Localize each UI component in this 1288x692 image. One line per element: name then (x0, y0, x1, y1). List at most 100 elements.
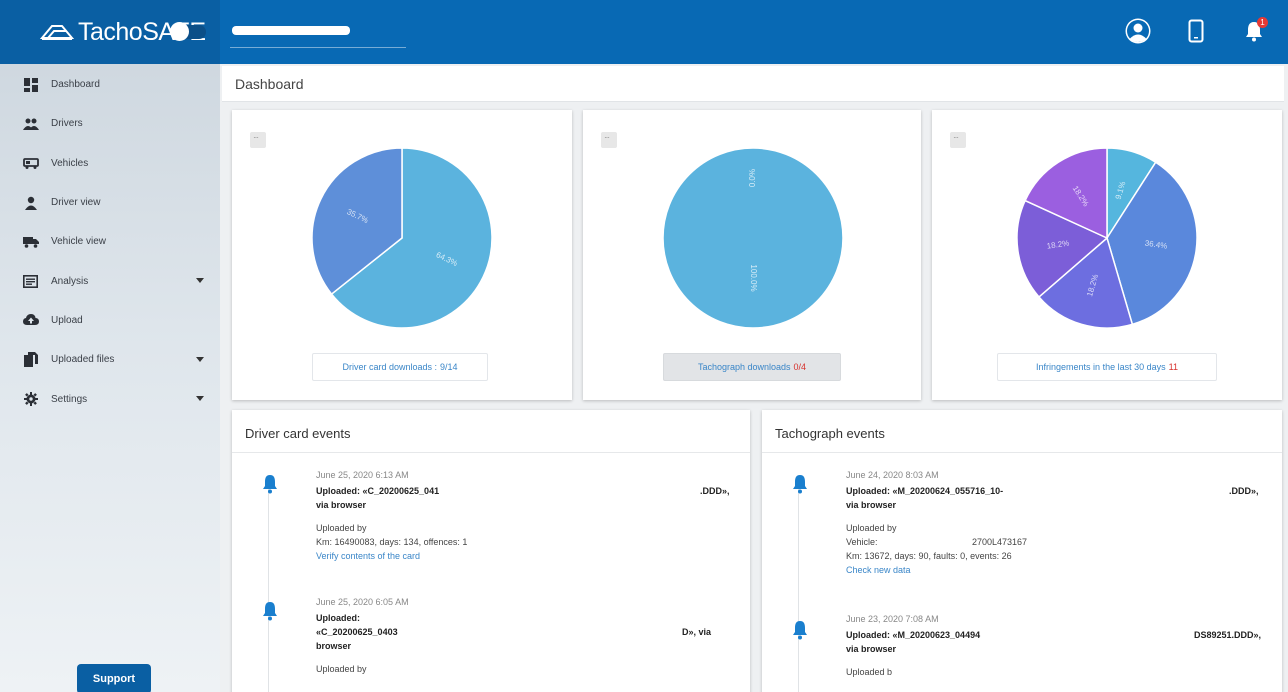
driver-card-events-title: Driver card events (245, 426, 351, 441)
vehicles-icon (22, 155, 39, 172)
expand-caret-icon (196, 278, 204, 284)
card-menu-button[interactable] (601, 132, 617, 148)
event-uploaded-by: Uploaded by (316, 664, 367, 674)
company-name-redacted (232, 26, 350, 35)
driver-card-downloads-label: Driver card downloads : (342, 362, 437, 372)
company-selector[interactable] (230, 22, 406, 48)
sidebar-item-drivers[interactable]: Drivers (0, 104, 220, 143)
event-uploaded-by: Uploaded by (846, 523, 897, 533)
sidebar-nav: Dashboard Drivers Vehicles Driver view Vehic… (0, 64, 220, 419)
card-menu-button[interactable] (250, 132, 266, 148)
driver-card-pie-chart: 64.3%35.7% (311, 147, 493, 329)
driver-card-events-panel: Driver card events June 25, 2020 6:13 AM… (232, 410, 750, 692)
theme-toggle[interactable] (170, 22, 206, 41)
event-date: June 25, 2020 6:13 AM (316, 470, 409, 480)
uploaded-files-icon (22, 351, 39, 368)
event-title-tail: .DDD», (700, 486, 730, 496)
tachograph-downloads-label: Tachograph downloads (697, 362, 791, 372)
tachograph-events-title: Tachograph events (775, 426, 885, 441)
drivers-icon (22, 115, 39, 132)
sidebar-item-vehicle-view[interactable]: Vehicle view (0, 222, 220, 261)
page-header: Dashboard (222, 66, 1284, 102)
vehicle-view-icon (22, 233, 39, 250)
tachograph-downloads-value: 0/4 (793, 362, 807, 372)
dashboard-icon (22, 76, 39, 93)
event-title-tail: D», via (682, 627, 712, 637)
event-title: Uploaded: «M_20200623_04494 (846, 630, 981, 640)
expand-caret-icon (196, 396, 204, 402)
event-date: June 25, 2020 6:05 AM (316, 597, 409, 607)
driver-card-downloads-value: 9/14 (440, 362, 458, 372)
driver-card-downloads-button[interactable]: Driver card downloads : 9/14 (312, 353, 488, 381)
sidebar-item-label: Analysis (51, 275, 89, 287)
tachograph-downloads-card: 100.0% 0.0% Tachograph downloads 0/4 (583, 110, 921, 400)
event-title: Uploaded: (316, 613, 360, 623)
notifications-button[interactable]: 1 (1238, 14, 1270, 48)
event-date: June 24, 2020 8:03 AM (846, 470, 939, 480)
sidebar-item-label: Drivers (51, 118, 83, 130)
sidebar-item-settings[interactable]: Settings (0, 379, 220, 418)
sidebar-item-label: Vehicles (51, 157, 89, 169)
analysis-icon (22, 273, 39, 290)
divider (762, 452, 1282, 453)
infringements-button[interactable]: Infringements in the last 30 days 11 (997, 353, 1217, 381)
sidebar-item-label: Vehicle view (51, 236, 107, 248)
tachograph-events-panel: Tachograph events June 24, 2020 8:03 AM … (762, 410, 1282, 692)
event-title-tail: DS89251.DDD», (1194, 630, 1262, 640)
event-title-tail: .DDD», (1229, 486, 1259, 496)
top-bar: TachoSAFE 1 (0, 0, 1288, 64)
device-button[interactable] (1180, 14, 1212, 48)
upload-icon (22, 312, 39, 329)
tablet-icon (1188, 19, 1204, 43)
event-bell-icon (793, 621, 807, 640)
infringements-value: 11 (1168, 362, 1178, 372)
event-uploaded-by: Uploaded by (316, 523, 367, 533)
verify-card-link[interactable]: Verify contents of the card (316, 549, 736, 563)
tachograph-downloads-button[interactable]: Tachograph downloads 0/4 (663, 353, 841, 381)
sidebar-item-dashboard[interactable]: Dashboard (0, 65, 220, 104)
event-title: Uploaded: «M_20200624_055716_10- (846, 486, 1004, 496)
account-button[interactable] (1122, 14, 1154, 48)
tachograph-pie-chart: 100.0% 0.0% (662, 147, 844, 329)
notification-badge: 1 (1257, 17, 1268, 28)
event-details: Km: 16490083, days: 134, offences: 1 (316, 537, 468, 547)
event-title-line-2: «C_20200625_0403 (316, 627, 398, 637)
sidebar-item-uploaded-files[interactable]: Uploaded files (0, 340, 220, 379)
event-vehicle: Vehicle: (846, 537, 878, 547)
support-button[interactable]: Support (77, 664, 151, 692)
event-uploaded-by: Uploaded b (846, 667, 893, 677)
check-new-data-link[interactable]: Check new data (846, 563, 1272, 577)
sidebar-item-label: Dashboard (51, 79, 100, 91)
sidebar-item-label: Driver view (51, 197, 101, 209)
timeline-line (798, 485, 799, 692)
sidebar-item-upload[interactable]: Upload (0, 301, 220, 340)
infringements-label: Infringements in the last 30 days (1036, 362, 1166, 372)
settings-icon (22, 391, 39, 408)
sidebar: Dashboard Drivers Vehicles Driver view Vehic… (0, 64, 220, 692)
event-bell-icon (263, 602, 277, 621)
event-title-line-2: via browser (846, 500, 897, 510)
event-title: Uploaded: «C_20200625_041 (316, 486, 440, 496)
driver-view-icon (22, 194, 39, 211)
sidebar-item-label: Uploaded files (51, 354, 115, 366)
event-vehicle-id: 2700L473167 (972, 537, 1028, 547)
pie-slice-label: 0.0% (748, 169, 757, 187)
pie-slice-label: 100.0% (749, 264, 758, 291)
sidebar-item-driver-view[interactable]: Driver view (0, 183, 220, 222)
event-details: Km: 13672, days: 90, faults: 0, events: … (846, 551, 1012, 561)
sidebar-item-label: Upload (51, 314, 83, 326)
event-title-line-3: browser (316, 641, 352, 651)
event-bell-icon (793, 475, 807, 494)
sidebar-item-vehicles[interactable]: Vehicles (0, 144, 220, 183)
card-menu-button[interactable] (950, 132, 966, 148)
timeline-line (268, 485, 269, 692)
event-title-line-2: via browser (316, 500, 367, 510)
event-title-line-2: via browser (846, 644, 897, 654)
event-date: June 23, 2020 7:08 AM (846, 614, 939, 624)
infringements-card: 9.1%36.4%18.2%18.2%18.2% Infringements i… (932, 110, 1282, 400)
sidebar-item-analysis[interactable]: Analysis (0, 261, 220, 300)
infringements-pie-chart: 9.1%36.4%18.2%18.2%18.2% (1016, 147, 1198, 329)
sidebar-item-label: Settings (51, 393, 88, 405)
event-bell-icon (263, 475, 277, 494)
tachosafe-logo-icon (40, 25, 74, 40)
